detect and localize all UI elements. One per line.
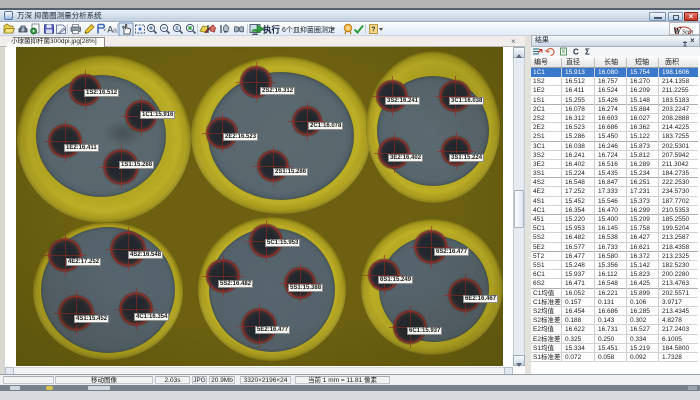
svg-text:W: W <box>673 26 682 35</box>
svg-text:执行: 执行 <box>263 25 281 35</box>
svg-text:?: ? <box>371 27 375 34</box>
svg-text:6个皿抑菌圈测定: 6个皿抑菌圈测定 <box>282 25 335 34</box>
svg-text:a: a <box>113 28 117 35</box>
